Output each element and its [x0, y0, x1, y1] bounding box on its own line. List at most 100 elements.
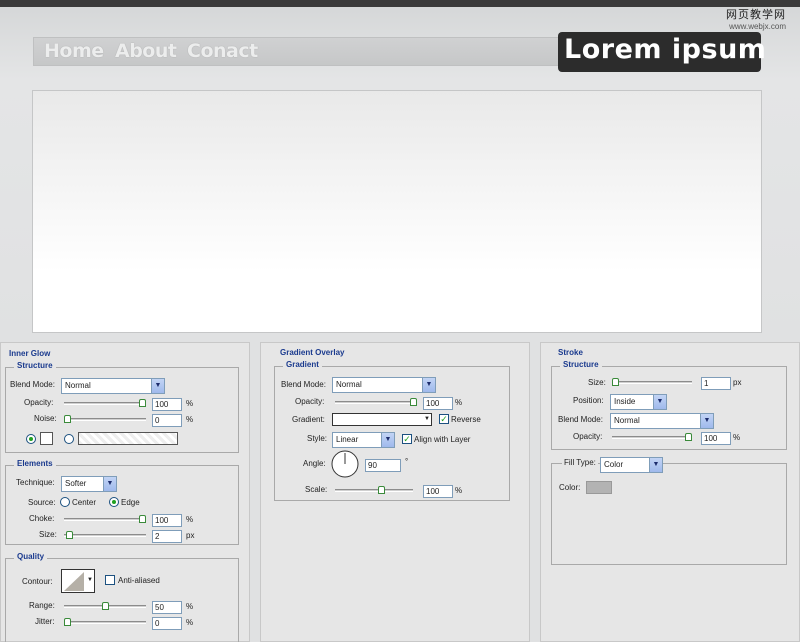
- go-gradient-picker[interactable]: ▼: [332, 413, 432, 426]
- ig-source-edge-label: Edge: [121, 498, 140, 507]
- chevron-down-icon: ▼: [103, 477, 116, 491]
- ig-range-unit: %: [186, 602, 194, 611]
- ig-elements-title: Elements: [14, 459, 56, 468]
- ig-noise-label: Noise:: [34, 414, 57, 423]
- angle-dial-icon: [331, 450, 359, 478]
- ig-blend-mode-select[interactable]: Normal ▼: [61, 378, 165, 394]
- chevron-down-icon: ▼: [424, 416, 430, 422]
- go-scale-label: Scale:: [305, 485, 328, 494]
- go-opacity-label: Opacity:: [295, 397, 325, 406]
- ig-range-input[interactable]: 50: [152, 601, 182, 614]
- st-size-unit: px: [733, 378, 742, 387]
- go-reverse-checkbox[interactable]: ✓: [439, 414, 449, 424]
- ig-range-thumb[interactable]: [102, 602, 109, 610]
- ig-range-label: Range:: [29, 601, 55, 610]
- go-gradient-group: Gradient Blend Mode: Normal ▼ Opacity: 10…: [274, 360, 510, 501]
- ig-technique-select[interactable]: Softer ▼: [61, 476, 117, 492]
- ig-gradient-radio[interactable]: [64, 434, 74, 444]
- top-bar: [0, 0, 800, 7]
- st-fill-type-label: Fill Type:: [562, 458, 598, 467]
- ig-choke-slider[interactable]: [64, 515, 146, 523]
- stroke-title: Stroke: [555, 348, 586, 357]
- st-position-select[interactable]: Inside ▼: [610, 394, 667, 410]
- ig-opacity-thumb[interactable]: [139, 399, 146, 407]
- st-structure-title: Structure: [560, 360, 602, 369]
- st-blend-mode-select[interactable]: Normal ▼: [610, 413, 714, 429]
- go-scale-unit: %: [455, 486, 463, 495]
- ig-jitter-slider[interactable]: [64, 618, 146, 626]
- ig-size-input[interactable]: 2: [152, 530, 182, 543]
- st-opacity-input[interactable]: 100: [701, 432, 731, 445]
- ig-noise-unit: %: [186, 415, 194, 424]
- go-opacity-thumb[interactable]: [410, 398, 417, 406]
- st-blend-mode-label: Blend Mode:: [558, 415, 603, 424]
- ig-noise-thumb[interactable]: [64, 415, 71, 423]
- st-structure-group: Structure Size: 1 px Position: Inside ▼ B…: [551, 360, 787, 450]
- contour-curve-icon: [64, 572, 84, 591]
- go-blend-mode-value: Normal: [336, 380, 362, 389]
- ig-size-thumb[interactable]: [66, 531, 73, 539]
- ig-jitter-input[interactable]: 0: [152, 617, 182, 630]
- ig-opacity-slider[interactable]: [64, 399, 146, 407]
- ig-structure-title: Structure: [14, 361, 56, 370]
- ig-noise-slider[interactable]: [64, 415, 146, 423]
- logo-text: Lorem ipsum: [564, 34, 767, 65]
- chevron-down-icon: ▼: [381, 433, 394, 447]
- nav-contact-link[interactable]: Conact: [187, 40, 258, 62]
- ig-gradient-swatch[interactable]: [78, 432, 178, 445]
- go-reverse-label: Reverse: [451, 415, 481, 424]
- ig-jitter-thumb[interactable]: [64, 618, 71, 626]
- st-size-input[interactable]: 1: [701, 377, 731, 390]
- ig-size-unit: px: [186, 531, 195, 540]
- go-opacity-slider[interactable]: [335, 398, 417, 406]
- nav-home-link[interactable]: Home: [44, 40, 104, 62]
- ig-opacity-input[interactable]: 100: [152, 398, 182, 411]
- st-opacity-slider[interactable]: [612, 433, 692, 441]
- watermark: 网页教学网 www.webjx.com: [726, 9, 786, 33]
- ig-blend-mode-value: Normal: [65, 381, 91, 390]
- ig-source-edge-radio[interactable]: [109, 497, 119, 507]
- content-box: [32, 90, 762, 333]
- st-opacity-thumb[interactable]: [685, 433, 692, 441]
- ig-anti-aliased-label: Anti-aliased: [118, 576, 160, 585]
- go-style-select[interactable]: Linear ▼: [332, 432, 395, 448]
- ig-jitter-unit: %: [186, 618, 194, 627]
- go-angle-label: Angle:: [303, 459, 326, 468]
- nav-about-link[interactable]: About: [115, 40, 177, 62]
- go-angle-dial[interactable]: [331, 450, 359, 478]
- ig-color-radio[interactable]: [26, 434, 36, 444]
- go-blend-mode-select[interactable]: Normal ▼: [332, 377, 436, 393]
- ig-quality-title: Quality: [14, 552, 48, 561]
- ig-color-swatch[interactable]: [40, 432, 53, 445]
- ig-choke-input[interactable]: 100: [152, 514, 182, 527]
- st-size-thumb[interactable]: [612, 378, 619, 386]
- gradient-overlay-panel: Gradient Overlay Gradient Blend Mode: No…: [260, 342, 530, 642]
- go-angle-input[interactable]: 90: [365, 459, 401, 472]
- go-align-checkbox[interactable]: ✓: [402, 434, 412, 444]
- ig-anti-aliased-checkbox[interactable]: [105, 575, 115, 585]
- st-size-label: Size:: [588, 378, 606, 387]
- go-scale-thumb[interactable]: [378, 486, 385, 494]
- go-scale-slider[interactable]: [335, 486, 413, 494]
- st-size-slider[interactable]: [612, 378, 692, 386]
- ig-choke-thumb[interactable]: [139, 515, 146, 523]
- ig-contour-picker[interactable]: ▼: [61, 569, 95, 593]
- inner-glow-title: Inner Glow: [6, 349, 54, 358]
- stroke-panel: Stroke Structure Size: 1 px Position: In…: [540, 342, 800, 642]
- st-fill-type-select[interactable]: Color ▼: [600, 457, 663, 473]
- st-opacity-label: Opacity:: [573, 432, 603, 441]
- st-position-value: Inside: [614, 397, 636, 406]
- chevron-down-icon: ▼: [151, 379, 164, 393]
- go-scale-input[interactable]: 100: [423, 485, 453, 498]
- ig-jitter-label: Jitter:: [35, 617, 55, 626]
- go-opacity-input[interactable]: 100: [423, 397, 453, 410]
- gradient-overlay-title: Gradient Overlay: [277, 348, 348, 357]
- ig-source-center-radio[interactable]: [60, 497, 70, 507]
- nav-bar: Home About Conact: [33, 37, 560, 66]
- ig-size-slider[interactable]: [64, 531, 146, 539]
- ig-range-slider[interactable]: [64, 602, 146, 610]
- go-angle-unit: °: [405, 457, 409, 466]
- ig-structure-group: Structure Blend Mode: Normal ▼ Opacity: 1…: [5, 361, 239, 453]
- ig-noise-input[interactable]: 0: [152, 414, 182, 427]
- st-color-swatch[interactable]: [586, 481, 612, 494]
